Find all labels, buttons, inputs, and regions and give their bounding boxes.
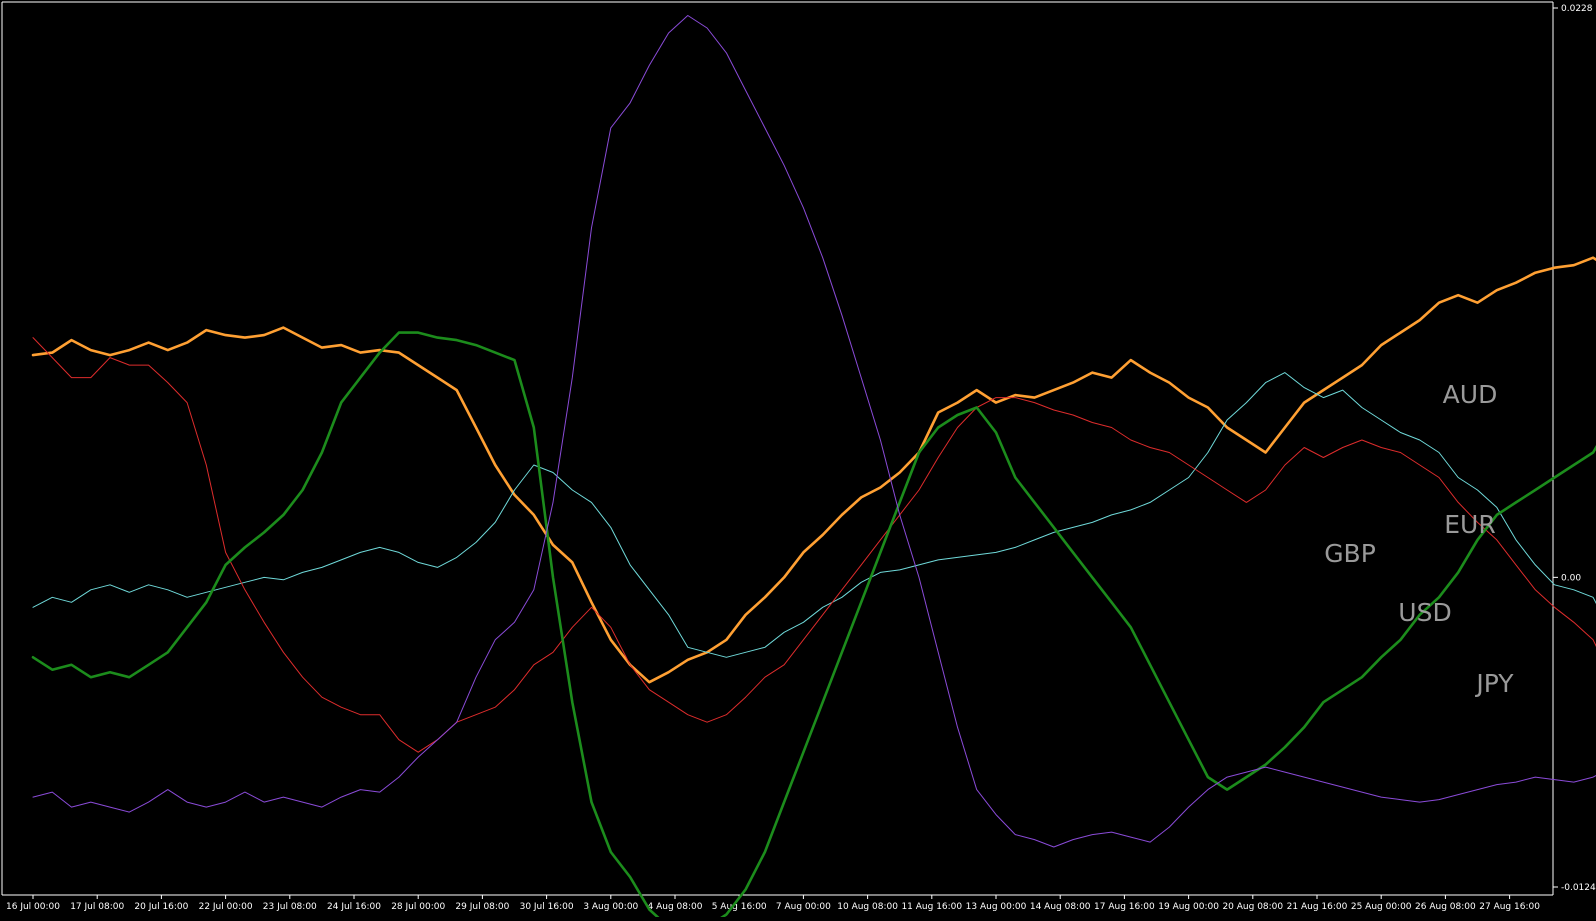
x-tick-label: 10 Aug 08:00 [837,902,898,912]
x-tick-label: 25 Aug 00:00 [1351,902,1412,912]
x-tick-label: 17 Jul 08:00 [70,902,124,912]
x-tick-label: 24 Jul 16:00 [327,902,381,912]
x-tick-label: 5 Aug 16:00 [712,902,767,912]
x-tick-label: 20 Aug 08:00 [1222,902,1283,912]
x-tick-label: 17 Aug 16:00 [1094,902,1155,912]
series-label-usd: USD [1398,598,1451,627]
y-tick-label: -0.0124 [1561,883,1596,893]
x-tick-label: 13 Aug 00:00 [966,902,1027,912]
x-tick-label: 4 Aug 08:00 [648,902,703,912]
x-tick-label: 28 Jul 00:00 [391,902,445,912]
x-tick-label: 7 Aug 00:00 [776,902,831,912]
x-tick-label: 3 Aug 00:00 [583,902,638,912]
y-tick-label: 0.0228 [1561,4,1593,14]
x-tick-label: 14 Aug 08:00 [1030,902,1091,912]
x-tick-label: 19 Aug 00:00 [1158,902,1219,912]
x-tick-label: 20 Jul 16:00 [134,902,188,912]
x-tick-label: 27 Aug 16:00 [1479,902,1540,912]
x-tick-label: 22 Jul 00:00 [199,902,253,912]
chart-canvas: 0.0228 0.00 -0.0124 16 Jul 00:00 17 Jul 08:0… [0,0,1596,921]
series-label-jpy: JPY [1474,669,1514,698]
x-tick-label: 16 Jul 00:00 [6,902,60,912]
y-tick-label: 0.00 [1561,573,1581,583]
x-tick-label: 26 Aug 08:00 [1415,902,1476,912]
currency-strength-chart: 0.0228 0.00 -0.0124 16 Jul 00:00 17 Jul 08:0… [0,0,1596,921]
x-tick-label: 11 Aug 16:00 [901,902,962,912]
series-label-eur: EUR [1444,510,1495,539]
series-label-aud: AUD [1443,380,1498,409]
x-tick-label: 30 Jul 16:00 [520,902,574,912]
x-tick-label: 23 Jul 08:00 [263,902,317,912]
x-tick-label: 29 Jul 08:00 [455,902,509,912]
series-label-gbp: GBP [1324,539,1376,568]
chart-background [0,0,1596,917]
x-tick-label: 21 Aug 16:00 [1287,902,1348,912]
